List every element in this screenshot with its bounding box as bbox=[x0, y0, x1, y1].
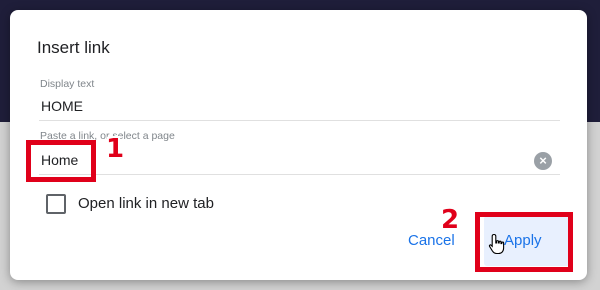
link-underline bbox=[39, 174, 560, 175]
hand-pointer-icon bbox=[488, 233, 505, 255]
backdrop-edge bbox=[586, 88, 600, 108]
display-text-underline bbox=[39, 120, 560, 121]
display-text-input[interactable]: HOME bbox=[41, 98, 83, 114]
dialog-title: Insert link bbox=[37, 38, 110, 57]
highlight-box-link-field bbox=[26, 140, 96, 182]
close-circle-icon[interactable]: × bbox=[534, 152, 552, 170]
new-tab-label: Open link in new tab bbox=[78, 195, 214, 212]
new-tab-checkbox[interactable] bbox=[46, 194, 66, 214]
step-marker-1: 1 bbox=[106, 134, 125, 164]
step-marker-2: 2 bbox=[441, 205, 460, 235]
display-text-label: Display text bbox=[40, 78, 95, 90]
